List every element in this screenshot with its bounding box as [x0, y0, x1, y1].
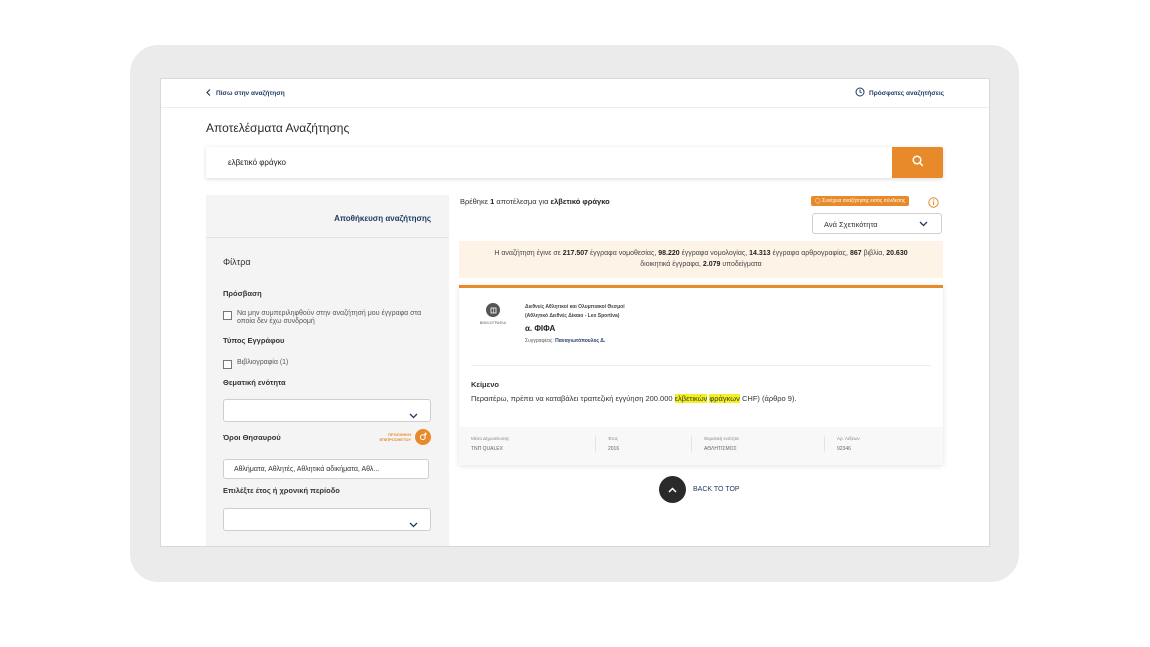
sort-select-value: Ανά Σχετικότητα [824, 220, 878, 229]
access-checkbox[interactable] [223, 311, 232, 320]
info-icon[interactable] [928, 195, 939, 213]
meta-year: Έτος 2016 [595, 436, 619, 452]
thesaurus-add-label: ΠΡΟΣΘΗΚΗ ΕΠΙΠΡΟΣΘΕΤΟΥ [379, 432, 411, 442]
meta-label: Αρ. Λέξεων [837, 436, 860, 441]
card-snippet: Περαιτέρω, πρέπει να καταβάλει τραπεζική… [471, 394, 797, 403]
chevron-down-icon [409, 515, 418, 533]
meta-value: 92346 [837, 446, 851, 452]
browser-screen: Πίσω στην αναζήτηση Πρόσφατες αναζητήσει… [160, 78, 990, 547]
card-breadcrumb-sub: (Αθλητικό Διεθνές Δίκαιο - Lex Sportiva) [525, 313, 620, 319]
chevron-up-icon [659, 476, 686, 503]
results-query: ελβετικό φράγκο [550, 197, 610, 206]
recent-searches-link[interactable]: Πρόσφατες αναζητήσεις [855, 87, 944, 99]
meta-label: Έτος [608, 436, 618, 441]
clock-icon [855, 87, 865, 99]
access-option-label: Να μην συμπεριληφθούν στην αναζήτησή μου… [237, 310, 422, 325]
back-to-search-label: Πίσω στην αναζήτηση [216, 90, 285, 97]
stats-number: 867 [849, 250, 862, 257]
recent-searches-label: Πρόσφατες αναζητήσεις [869, 89, 944, 97]
doc-type-option-label: Βιβλιογραφία (1) [237, 359, 289, 366]
search-input[interactable] [206, 147, 908, 178]
meta-value: ΑΘΛΗΤΙΣΜΟΣ [704, 446, 737, 452]
results-count-number: 1 [490, 197, 495, 206]
access-checkbox-row[interactable]: Να μην συμπεριληφθούν στην αναζήτησή μου… [223, 310, 428, 326]
category-badge: ΒΙΒΛΙΟΓΡΑΦΙΑ [479, 303, 507, 325]
page-title: Αποτελέσματα Αναζήτησης [206, 121, 350, 135]
results-count-prefix: Βρέθηκε [460, 197, 489, 206]
author-name[interactable]: Παναγιωτόπουλος Δ. [555, 338, 605, 344]
back-to-top-button[interactable]: BACK TO TOP [659, 476, 740, 503]
category-label: ΒΙΒΛΙΟΓΡΑΦΙΑ [479, 321, 507, 325]
stats-text: διοικητικά έγγραφα, [640, 261, 701, 268]
period-select[interactable] [223, 508, 431, 531]
doc-type-label: Τύπος Εγγράφου [223, 336, 285, 345]
results-count-mid: αποτέλεσμα για [496, 197, 549, 206]
card-section-label: Κείμενο [471, 380, 499, 389]
meta-publication: Μέσο Δημοσίευσης ΤΝΠ QUALEX [471, 436, 509, 452]
snippet-text: Περαιτέρω, πρέπει να καταβάλει τραπεζική… [471, 394, 673, 403]
doc-type-checkbox[interactable] [223, 360, 232, 369]
card-divider [471, 365, 931, 366]
snippet-highlight: ελβετικών [674, 394, 708, 403]
add-term-button[interactable] [415, 429, 431, 445]
save-search-link[interactable]: Αποθήκευση αναζήτησης [334, 214, 431, 223]
back-to-search-link[interactable]: Πίσω στην αναζήτηση [206, 89, 285, 98]
filters-sidebar: Αποθήκευση αναζήτησης Φίλτρα Πρόσβαση Να… [206, 195, 449, 546]
meta-word-count: Αρ. Λέξεων 92346 [824, 436, 860, 452]
thesaurus-terms-input[interactable]: Αθλήματα, Αθλητές, Αθλητικά αδικήματα, Α… [223, 459, 429, 479]
thesaurus-label: Όροι Θησαυρού [223, 433, 281, 442]
sort-select[interactable]: Ανά Σχετικότητα [812, 213, 942, 234]
plus-icon [419, 428, 428, 446]
stats-text: Η αναζήτηση έγινε σε [494, 250, 561, 257]
chevron-left-icon [206, 89, 211, 98]
search-stats-box: Η αναζήτηση έγινε σε 217.507 έγγραφα νομ… [459, 241, 943, 278]
card-title[interactable]: α. ΦΙΦΑ [525, 324, 555, 333]
stats-text: έγγραφα αρθρογραφίας, [772, 250, 848, 257]
topic-select[interactable] [223, 399, 431, 422]
snippet-text: CHF) (άρθρο 9). [741, 394, 797, 403]
stats-number: 20.630 [886, 250, 908, 257]
stats-text: βιβλία, [863, 250, 885, 257]
meta-label: Θεματική ενότητα [704, 436, 739, 441]
sidebar-divider [206, 237, 449, 238]
meta-value: 2016 [608, 446, 620, 452]
filters-title: Φίλτρα [223, 257, 251, 267]
results-count: Βρέθηκε 1 αποτέλεσμα για ελβετικό φράγκο [460, 197, 610, 206]
stats-number: 217.507 [562, 250, 589, 257]
stats-number: 98.220 [658, 250, 680, 257]
top-bar: Πίσω στην αναζήτηση Πρόσφατες αναζητήσει… [161, 79, 989, 108]
back-to-top-label: BACK TO TOP [693, 486, 740, 493]
search-bar [206, 147, 943, 178]
card-author: Συγγραφέας: Παναγιωτόπουλος Δ. [525, 338, 605, 344]
bell-icon: ◯ [815, 198, 821, 204]
offline-search-tag[interactable]: ◯ Συνέχεια αναζήτησης εκτός σύνδεσης [811, 196, 910, 206]
card-breadcrumb: Διεθνείς Αθλητικοί και Ολυμπιακοί Θεσμοί [525, 304, 625, 310]
meta-topic: Θεματική ενότητα ΑΘΛΗΤΙΣΜΟΣ [691, 436, 739, 452]
search-button[interactable] [892, 147, 943, 178]
card-meta: Μέσο Δημοσίευσης ΤΝΠ QUALEX Έτος 2016 Θε… [459, 427, 943, 465]
chevron-down-icon [919, 220, 928, 229]
stats-text: έγγραφα νομολογίας, [681, 250, 748, 257]
doc-type-checkbox-row[interactable]: Βιβλιογραφία (1) [223, 359, 288, 369]
snippet-highlight: φράγκων [709, 394, 740, 403]
topic-label: Θεματική ενότητα [223, 378, 286, 387]
meta-value: ΤΝΠ QUALEX [471, 446, 503, 452]
stats-number: 2.079 [702, 261, 721, 268]
book-icon [486, 303, 500, 317]
access-label: Πρόσβαση [223, 289, 262, 298]
stats-text: υποδείγματα [722, 261, 762, 268]
result-card[interactable]: ΒΙΒΛΙΟΓΡΑΦΙΑ Διεθνείς Αθλητικοί και Ολυμ… [459, 285, 943, 465]
meta-label: Μέσο Δημοσίευσης [471, 436, 510, 441]
search-icon [911, 154, 924, 172]
stats-text: έγγραφα νομοθεσίας, [590, 250, 657, 257]
period-label: Επιλέξτε έτος ή χρονική περίοδο [223, 486, 340, 495]
offline-search-label: Συνέχεια αναζήτησης εκτός σύνδεσης [822, 198, 906, 204]
stats-number: 14.313 [749, 250, 771, 257]
chevron-down-icon [409, 406, 418, 424]
author-label: Συγγραφέας: [525, 338, 554, 344]
thesaurus-add-badge[interactable]: ΠΡΟΣΘΗΚΗ ΕΠΙΠΡΟΣΘΕΤΟΥ [377, 429, 431, 445]
